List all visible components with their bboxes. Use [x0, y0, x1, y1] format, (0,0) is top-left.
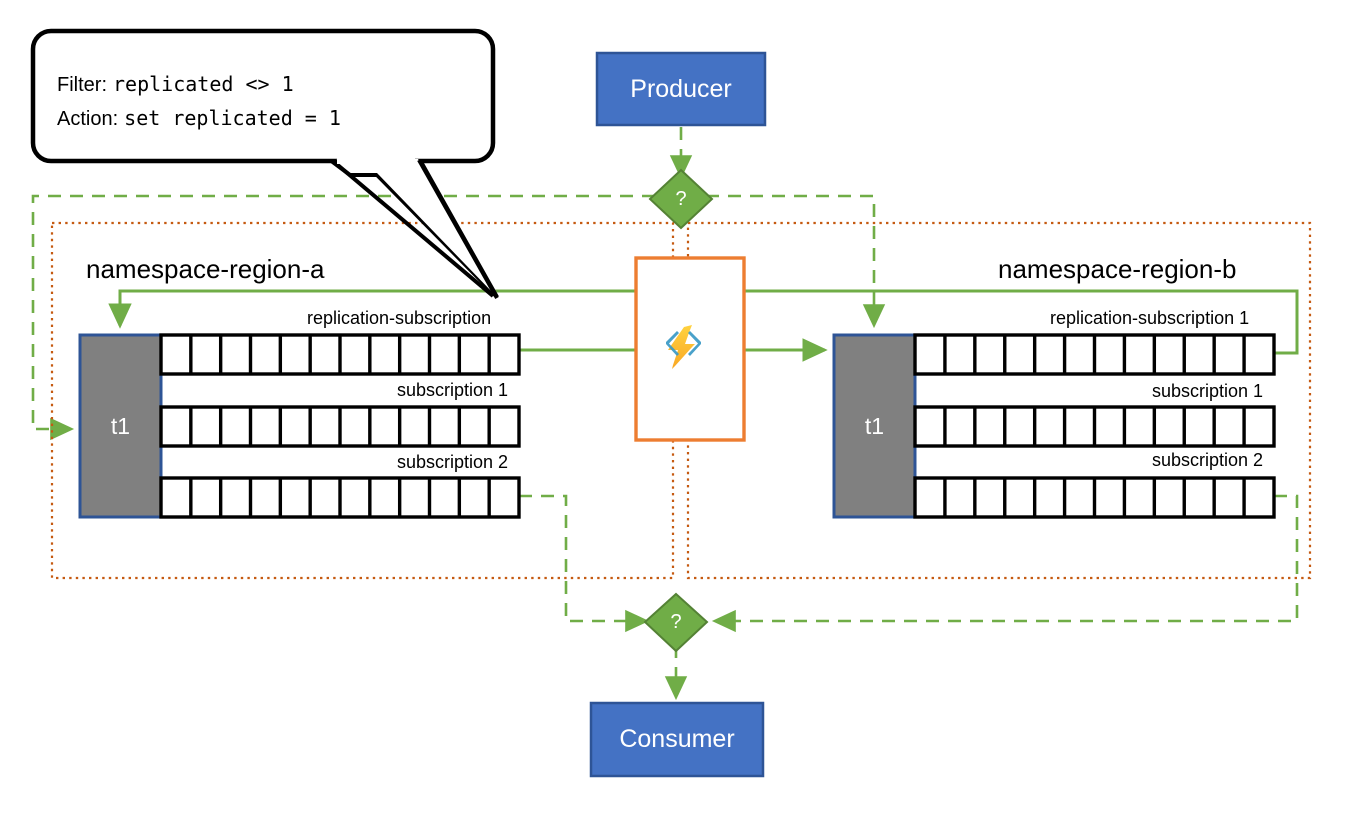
subscription-label-b-2: subscription 2	[1152, 450, 1264, 470]
producer-label: Producer	[630, 74, 732, 103]
namespace-a-title: namespace-region-a	[86, 254, 325, 284]
callout-key-0: Filter:	[57, 74, 107, 96]
router-bottom-label: ?	[670, 610, 682, 633]
diagram-canvas: Filter: replicated <> 1 Action: set replic…	[0, 0, 1353, 817]
dashed-path-left-outbound	[519, 494, 650, 633]
topic-a-label: t1	[110, 412, 131, 439]
queue-row[interactable]	[913, 333, 1276, 376]
subscription-label-b-0: replication-subscription 1	[1050, 308, 1250, 328]
router-top-label: ?	[675, 187, 687, 210]
consumer-label: Consumer	[619, 725, 735, 753]
queue-row[interactable]	[913, 405, 1276, 448]
topic-b-label: t1	[864, 412, 885, 439]
subscription-label-a-2: subscription 2	[397, 452, 509, 472]
callout-value-0: replicated <> 1	[113, 72, 294, 96]
queue-row[interactable]	[159, 333, 521, 376]
queue-row[interactable]	[159, 405, 521, 448]
subscription-label-b-1: subscription 1	[1152, 381, 1264, 401]
callout-key-1: Action:	[57, 108, 119, 130]
namespace-b-title: namespace-region-b	[998, 254, 1237, 284]
callout-content: Filter: replicated <> 1 Action: set replic…	[57, 68, 341, 136]
queue-row[interactable]	[159, 476, 521, 519]
queue-row[interactable]	[913, 476, 1276, 519]
callout-line-0: Filter: replicated <> 1	[57, 68, 341, 102]
callout-value-1: set replicated = 1	[124, 106, 341, 130]
callout-line-1: Action: set replicated = 1	[57, 102, 341, 136]
subscription-label-a-1: subscription 1	[397, 380, 509, 400]
subscription-label-a-0: replication-subscription	[307, 308, 492, 328]
